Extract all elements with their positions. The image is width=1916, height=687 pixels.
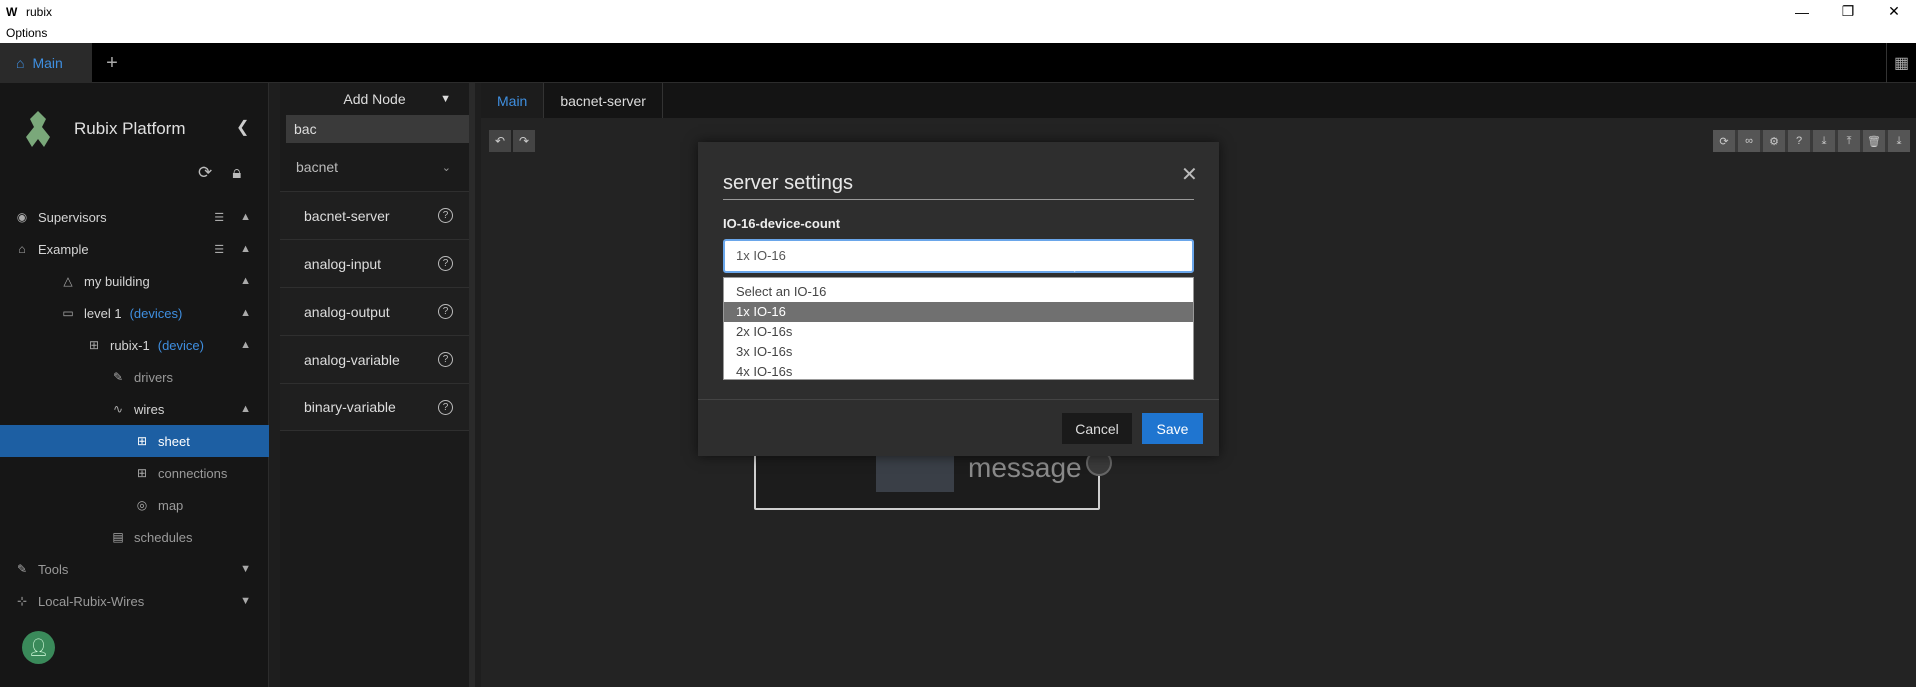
dropdown-option-selected[interactable]: 1x IO-16 (724, 302, 1193, 322)
dialog-title: server settings (723, 172, 854, 194)
save-button[interactable]: Save (1142, 413, 1203, 444)
server-settings-dialog: server settings ✕ IO-16-device-count 1x … (698, 142, 1219, 456)
mouse-cursor-icon: ➚ (1071, 256, 1087, 276)
close-icon[interactable]: ✕ (1181, 162, 1198, 187)
io16-count-select[interactable]: 1x IO-16 (723, 239, 1194, 273)
dropdown-option[interactable]: Select an IO-16 (724, 282, 1193, 302)
dropdown-option[interactable]: 3x IO-16s (724, 342, 1193, 362)
modal-overlay: server settings ✕ IO-16-device-count 1x … (0, 0, 1916, 687)
dropdown-option[interactable]: 2x IO-16s (724, 322, 1193, 342)
footer-divider (698, 399, 1219, 400)
field-label: IO-16-device-count (723, 216, 841, 231)
dropdown-option[interactable]: 4x IO-16s (724, 362, 1193, 382)
io16-dropdown-list: Select an IO-16 1x IO-16 2x IO-16s 3x IO… (723, 277, 1194, 380)
title-divider (723, 199, 1194, 200)
cancel-button[interactable]: Cancel (1062, 413, 1132, 444)
